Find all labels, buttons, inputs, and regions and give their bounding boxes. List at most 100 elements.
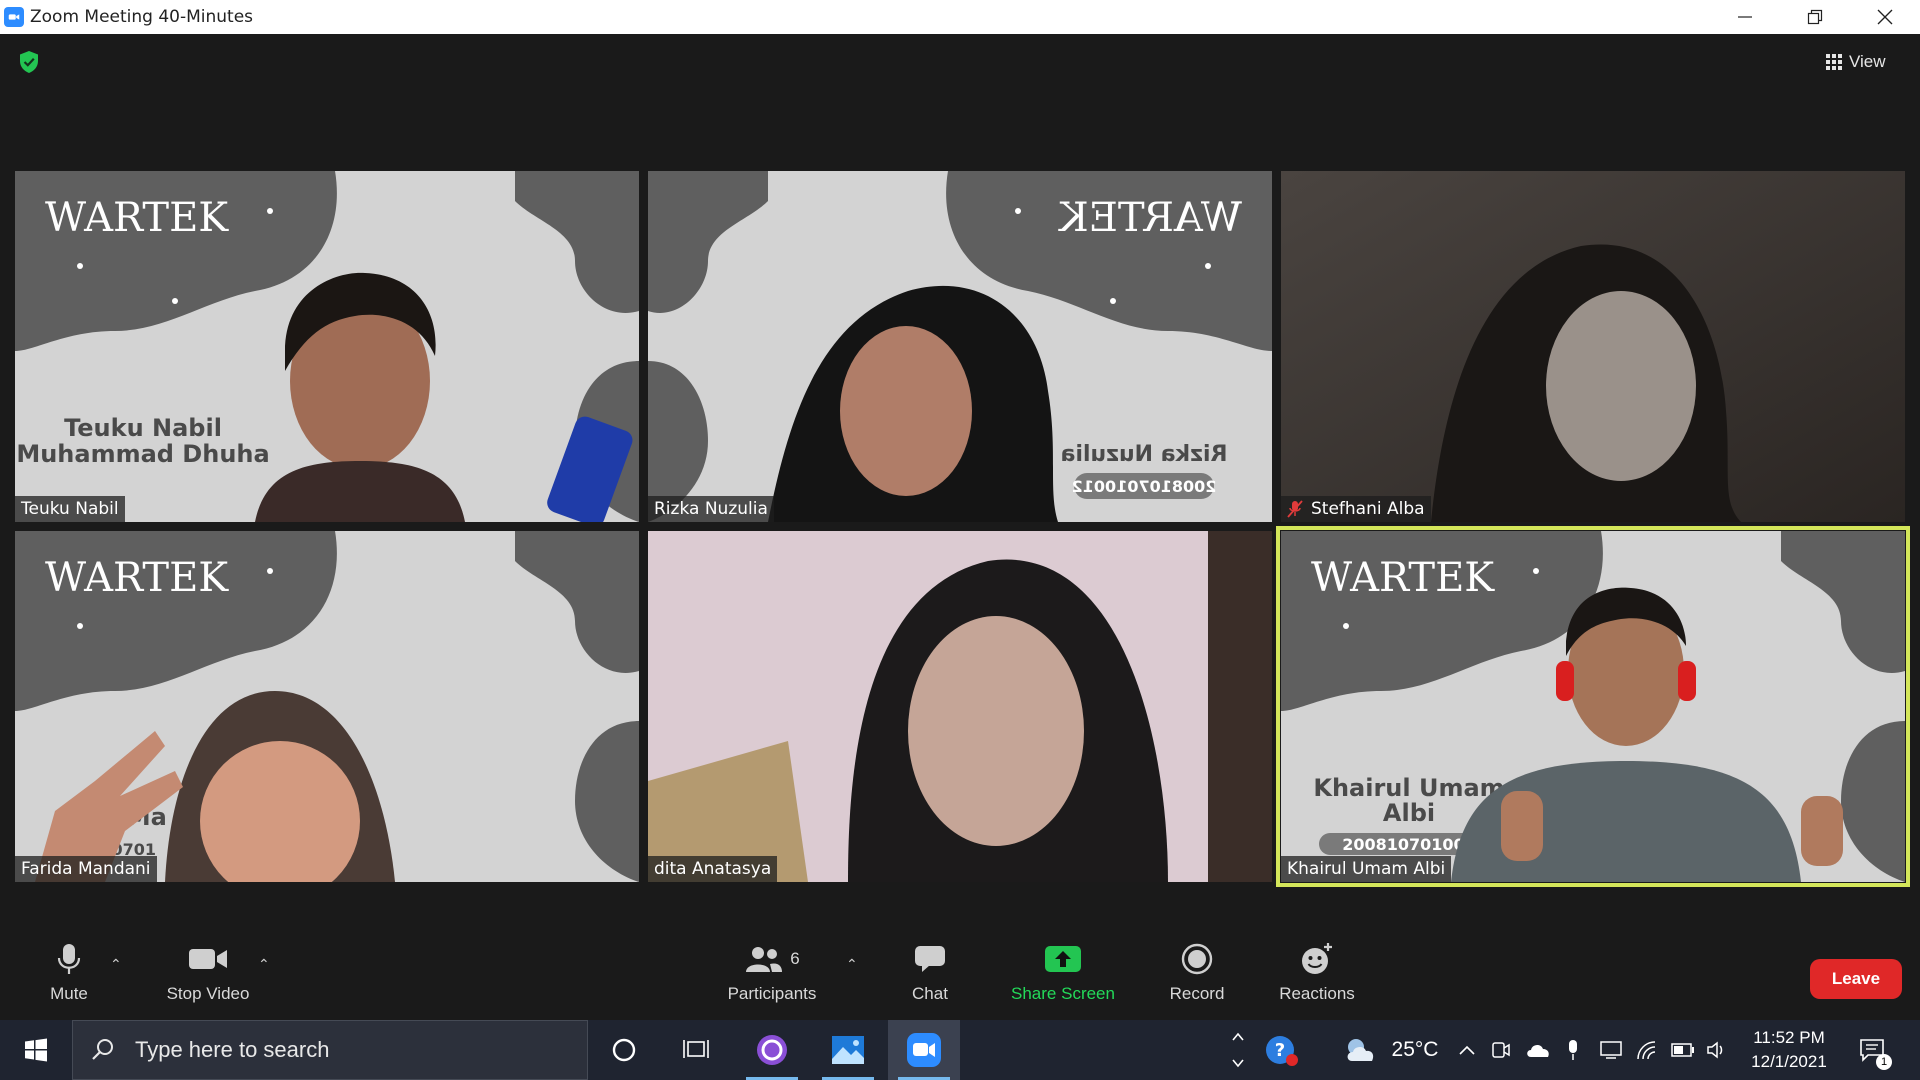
clock-time: 11:52 PM <box>1753 1028 1825 1047</box>
mute-button[interactable]: Mute <box>42 936 96 1004</box>
video-tile[interactable]: WARTEK da Ma 00810701 Farida Mandani <box>15 531 639 882</box>
view-label: View <box>1849 52 1886 71</box>
restore-icon <box>1807 9 1823 25</box>
video-tile[interactable]: WARTEK Rizka Nuzulia 2008107010012 Rizka… <box>648 171 1272 522</box>
monitor-icon <box>1600 1041 1622 1059</box>
stop-video-label: Stop Video <box>166 984 250 1003</box>
wifi-icon <box>1637 1041 1656 1060</box>
weather-widget[interactable]: 25°C <box>1336 1020 1446 1080</box>
wartek-logo: WARTEK <box>45 555 229 601</box>
participants-icon <box>746 947 783 972</box>
participant-name: Khairul Umam Albi <box>1287 859 1446 879</box>
view-button[interactable]: View <box>1826 48 1906 76</box>
photos-icon <box>832 1036 864 1064</box>
participants-count: 6 <box>790 949 800 968</box>
stop-video-button[interactable]: Stop Video <box>160 936 256 1004</box>
wartek-logo-mirrored: WARTEK <box>1058 195 1242 241</box>
temperature: 25°C <box>1391 1038 1439 1061</box>
clock-date: 12/1/2021 <box>1751 1052 1827 1071</box>
github-desktop-icon <box>757 1035 787 1065</box>
zoom-icon <box>907 1033 941 1067</box>
show-hidden-icons-button[interactable] <box>1452 1020 1482 1080</box>
wartek-logo: WARTEK <box>45 195 229 241</box>
start-button[interactable] <box>0 1020 72 1080</box>
video-tile[interactable]: dita Anatasya <box>648 531 1272 882</box>
taskbar-scroll-arrows[interactable] <box>1226 1020 1250 1080</box>
participant-name: Teuku Nabil <box>21 499 119 519</box>
display-tray-icon[interactable] <box>1596 1020 1626 1080</box>
zoom-taskbar-button[interactable] <box>888 1020 960 1080</box>
microphone-icon <box>57 944 81 974</box>
record-button[interactable]: Record <box>1166 936 1228 1004</box>
mute-label: Mute <box>50 984 88 1003</box>
taskbar-clock[interactable]: 11:52 PM 12/1/2021 <box>1736 1026 1842 1074</box>
github-desktop-taskbar-button[interactable] <box>736 1020 808 1080</box>
video-options-caret-icon[interactable]: ⌃ <box>258 956 270 973</box>
reactions-smiley-icon <box>1302 943 1332 974</box>
mic-tray-icon <box>1569 1040 1577 1060</box>
battery-tray-icon[interactable] <box>1668 1020 1698 1080</box>
meeting-area: View WARTEK Teuku Nabil Muhammad Dhuha T… <box>0 34 1920 1020</box>
participant-name-tag: Khairul Umam Albi <box>1281 856 1452 882</box>
active-speaker-video-tile[interactable]: WARTEK Khairul Umam Albi 200810701007 Kh… <box>1276 526 1910 887</box>
participants-label: Participants <box>727 984 817 1003</box>
video-tile[interactable]: WARTEK Teuku Nabil Muhammad Dhuha Teuku … <box>15 171 639 522</box>
weather-cloud-icon <box>1347 1039 1373 1061</box>
virtual-background: WARTEK Teuku Nabil Muhammad Dhuha <box>15 171 639 522</box>
share-screen-icon <box>1045 946 1081 972</box>
background-name-line1: Rizka Nuzulia <box>1061 442 1228 467</box>
participant-name-tag: Rizka Nuzulia <box>648 496 774 522</box>
help-tray-button[interactable]: ? <box>1260 1020 1304 1080</box>
help-icon: ? <box>1266 1036 1298 1066</box>
chat-bubble-icon <box>915 946 945 972</box>
taskbar-search-box[interactable]: Type here to search <box>72 1020 588 1080</box>
background-name-line1: Teuku Nabil <box>64 414 222 442</box>
search-placeholder: Type here to search <box>135 1037 330 1062</box>
audio-options-caret-icon[interactable]: ⌃ <box>110 956 122 973</box>
leave-button[interactable]: Leave <box>1810 959 1902 999</box>
close-icon <box>1877 9 1893 25</box>
task-view-button[interactable] <box>660 1020 732 1080</box>
record-label: Record <box>1169 984 1225 1003</box>
background-name-line2: 2008107010012 <box>1072 477 1217 496</box>
virtual-background: WARTEK Rizka Nuzulia 2008107010012 <box>648 171 1272 522</box>
task-view-icon <box>683 1040 709 1058</box>
zoom-app-icon <box>4 7 24 27</box>
restore-button[interactable] <box>1780 0 1850 34</box>
svg-text:?: ? <box>1275 1040 1285 1061</box>
microphone-tray-icon[interactable] <box>1560 1020 1586 1080</box>
reactions-button[interactable]: Reactions <box>1276 936 1358 1004</box>
participant-name: Rizka Nuzulia <box>654 499 768 519</box>
volume-tray-icon[interactable] <box>1702 1020 1732 1080</box>
photos-taskbar-button[interactable] <box>812 1020 884 1080</box>
minimize-icon <box>1738 16 1752 18</box>
window-title: Zoom Meeting 40-Minutes <box>30 7 254 27</box>
meet-now-tray-icon[interactable] <box>1486 1020 1516 1080</box>
background-name-line3: 200810701007 <box>1342 835 1476 854</box>
chat-button[interactable]: Chat <box>905 936 955 1004</box>
title-bar: Zoom Meeting 40-Minutes <box>0 0 1920 34</box>
record-icon <box>1181 943 1213 975</box>
participants-options-caret-icon[interactable]: ⌃ <box>846 956 858 973</box>
encryption-shield-icon[interactable] <box>18 50 40 74</box>
close-button[interactable] <box>1850 0 1920 34</box>
chevron-up-icon <box>1459 1045 1475 1055</box>
search-icon <box>92 1039 113 1060</box>
meeting-controls-toolbar: Mute ⌃ Stop Video ⌃ 6 Participants ⌃ Cha… <box>0 936 1920 1020</box>
cortana-button[interactable] <box>588 1020 660 1080</box>
minimize-button[interactable] <box>1710 0 1780 34</box>
share-screen-button[interactable]: Share Screen <box>1008 936 1118 1004</box>
camera-tray-icon <box>1492 1042 1510 1058</box>
muted-mic-icon <box>1287 500 1303 518</box>
wifi-tray-icon[interactable] <box>1632 1020 1662 1080</box>
notification-count-badge: 1 <box>1876 1054 1892 1070</box>
participants-button[interactable]: 6 Participants <box>722 936 822 1004</box>
background-name-line2: Albi <box>1383 799 1435 827</box>
participant-name-tag: Stefhani Alba <box>1281 496 1431 522</box>
background-name-line1: Khairul Umam <box>1313 774 1504 802</box>
video-tile[interactable]: Stefhani Alba <box>1281 171 1905 522</box>
battery-icon <box>1671 1043 1694 1057</box>
participant-name-tag: Farida Mandani <box>15 856 157 882</box>
onedrive-tray-icon[interactable] <box>1522 1020 1554 1080</box>
action-center-button[interactable] <box>1852 1020 1892 1080</box>
